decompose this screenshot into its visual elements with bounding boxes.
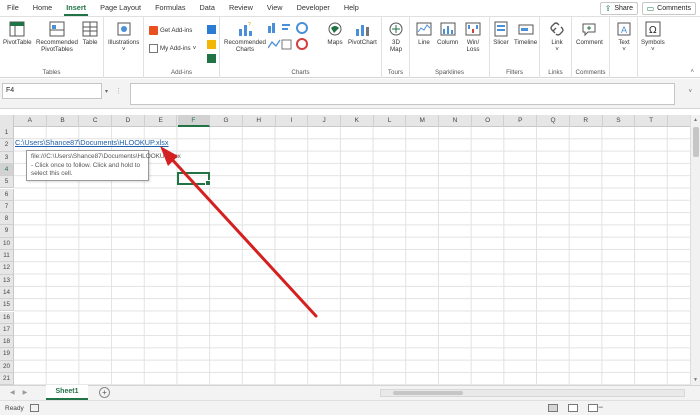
sheet-tab-bar: ◀▶ Sheet1 + — [0, 385, 700, 400]
vertical-scrollbar[interactable]: ▲ ▼ — [690, 115, 700, 385]
vertical-scroll-thumb[interactable] — [693, 127, 699, 157]
horizontal-scrollbar[interactable] — [380, 389, 685, 397]
sheet-tab-sheet1[interactable]: Sheet1 — [46, 385, 88, 400]
page-layout-view-icon[interactable] — [568, 404, 578, 412]
horizontal-scroll-thumb[interactable] — [393, 391, 463, 395]
status-bar: Ready − — [0, 400, 700, 415]
sheet-nav-arrows-icon[interactable]: ◀▶ — [10, 389, 35, 396]
status-text: Ready — [5, 405, 24, 412]
view-buttons — [548, 404, 598, 412]
macro-record-icon[interactable] — [30, 404, 39, 412]
normal-view-icon[interactable] — [548, 404, 558, 412]
add-sheet-icon[interactable]: + — [99, 387, 110, 398]
scroll-up-icon[interactable]: ▲ — [693, 117, 698, 123]
zoom-out-icon[interactable]: − — [598, 402, 603, 412]
annotation-arrow — [160, 146, 318, 318]
page-break-view-icon[interactable] — [588, 404, 598, 412]
scroll-down-icon[interactable]: ▼ — [693, 377, 698, 383]
